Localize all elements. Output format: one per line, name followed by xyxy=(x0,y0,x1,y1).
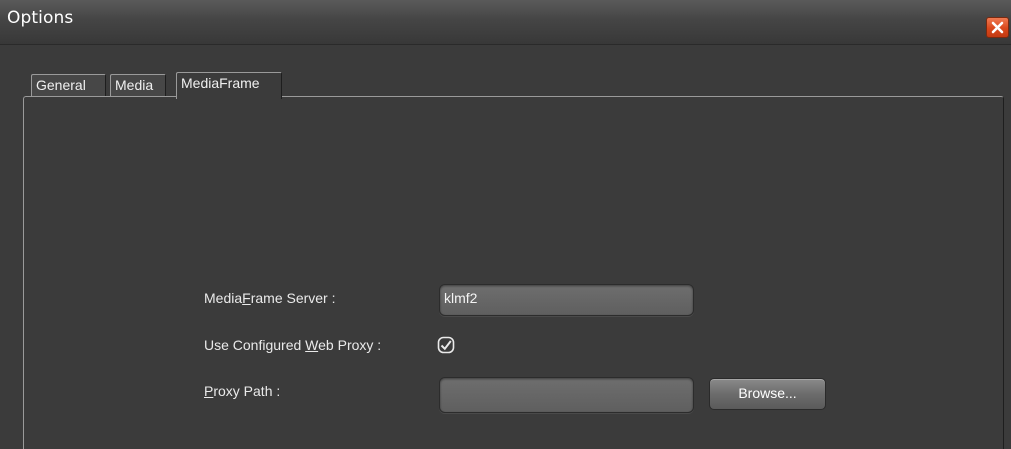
proxy-path-input[interactable] xyxy=(439,377,694,413)
browse-button[interactable]: Browse... xyxy=(709,378,826,410)
checkmark-icon xyxy=(440,340,452,351)
title-bar: Options xyxy=(0,0,1011,45)
use-web-proxy-checkbox[interactable] xyxy=(437,336,455,354)
mediaframe-server-label: MediaFrame Server : xyxy=(204,290,336,306)
use-web-proxy-label: Use Configured Web Proxy : xyxy=(204,337,382,353)
tab-mediaframe[interactable]: MediaFrame xyxy=(176,72,282,99)
close-button[interactable] xyxy=(986,17,1009,38)
window-title: Options xyxy=(7,8,74,28)
mediaframe-server-input[interactable]: klmf2 xyxy=(439,284,694,316)
options-dialog: Options General Media MediaFrame MediaFr… xyxy=(0,0,1011,449)
proxy-path-label: Proxy Path : xyxy=(204,383,281,399)
tab-general[interactable]: General xyxy=(31,74,106,96)
tab-media[interactable]: Media xyxy=(110,74,166,96)
mediaframe-tab-panel: MediaFrame Server : klmf2 Use Configured… xyxy=(23,96,1004,449)
close-x-icon xyxy=(991,21,1004,34)
